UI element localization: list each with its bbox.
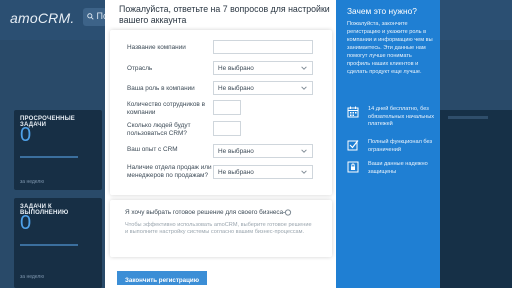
card-subtitle: за неделю: [20, 179, 45, 185]
ready-solution-card: Я хочу выбрать готовое решение для своег…: [110, 200, 332, 257]
feature-text: 14 дней бесплатно, без обязательных нача…: [368, 106, 435, 128]
users-input[interactable]: [213, 121, 241, 136]
card-progress: [20, 156, 78, 158]
employees-input[interactable]: [213, 100, 241, 115]
tasks-to-complete-card[interactable]: ЗАДАЧИ К ВЫПОЛНЕНИЮ 0 за неделю: [14, 198, 102, 288]
search-input[interactable]: Поиск: [83, 8, 107, 26]
card-title: ПРОСРОЧЕННЫЕ ЗАДАЧИ: [20, 116, 75, 128]
info-panel: Зачем это нужно? Пожалуйста, закончите р…: [336, 0, 440, 288]
company-name-label: Название компании: [127, 44, 186, 51]
questions-form: Название компании Отрасль Не выбрано Ваш…: [110, 30, 332, 195]
role-select[interactable]: Не выбрано: [213, 81, 313, 95]
app-logo: amoCRM.: [10, 10, 75, 26]
card-value: 0: [20, 124, 32, 146]
industry-value: Не выбрано: [218, 65, 254, 72]
card-title: ЗАДАЧИ К ВЫПОЛНЕНИЮ: [20, 204, 69, 216]
right-top-area: [440, 0, 512, 40]
modal-header: Пожалуйста, ответьте на 7 вопросов для н…: [119, 4, 330, 25]
chevron-down-icon: [301, 66, 307, 70]
crm-experience-select[interactable]: Не выбрано: [213, 144, 313, 158]
chevron-down-icon: [301, 170, 307, 174]
ready-solution-description: Чтобы эффективно использовать amoCRM, вы…: [125, 222, 312, 236]
chevron-down-icon: [301, 149, 307, 153]
search-icon: [87, 13, 94, 20]
shield-icon: [347, 161, 359, 173]
chevron-down-icon: [301, 86, 307, 90]
industry-label: Отрасль: [127, 65, 153, 72]
finish-registration-button[interactable]: Закончить регистрацию: [117, 271, 207, 285]
card-subtitle: за неделю: [20, 274, 45, 280]
sales-department-value: Не выбрано: [218, 169, 254, 176]
crm-experience-value: Не выбрано: [218, 148, 254, 155]
ready-solution-label: Я хочу выбрать готовое решение для своег…: [125, 209, 284, 216]
role-label: Ваша роль в компании: [127, 85, 195, 92]
sales-department-label: Наличие отдела продаж или менеджеров по …: [127, 164, 212, 179]
card-value: 0: [20, 212, 32, 234]
industry-select[interactable]: Не выбрано: [213, 61, 313, 75]
checkbox-icon: [347, 140, 359, 151]
crm-experience-label: Ваш опыт с CRM: [127, 146, 178, 153]
right-dashboard-card: [440, 110, 512, 288]
info-title: Зачем это нужно?: [347, 6, 417, 16]
info-body: Пожалуйста, закончите регистрацию и укаж…: [347, 21, 433, 75]
sales-department-select[interactable]: Не выбрано: [213, 165, 313, 179]
employees-label: Количество сотрудников в компании: [127, 101, 205, 116]
users-label: Сколько людей будут пользоваться CRM?: [127, 122, 191, 137]
feature-text: Полный функционал без ограничений: [368, 139, 433, 153]
ready-solution-toggle[interactable]: [280, 209, 292, 216]
overdue-tasks-card[interactable]: ПРОСРОЧЕННЫЕ ЗАДАЧИ 0 за неделю: [14, 110, 102, 190]
role-value: Не выбрано: [218, 85, 254, 92]
registration-modal: Пожалуйста, ответьте на 7 вопросов для н…: [105, 0, 336, 288]
card-progress: [20, 244, 78, 246]
company-name-input[interactable]: [213, 40, 313, 54]
calendar-icon: [347, 106, 359, 118]
feature-text: Ваши данные надежно защищены: [368, 161, 428, 175]
